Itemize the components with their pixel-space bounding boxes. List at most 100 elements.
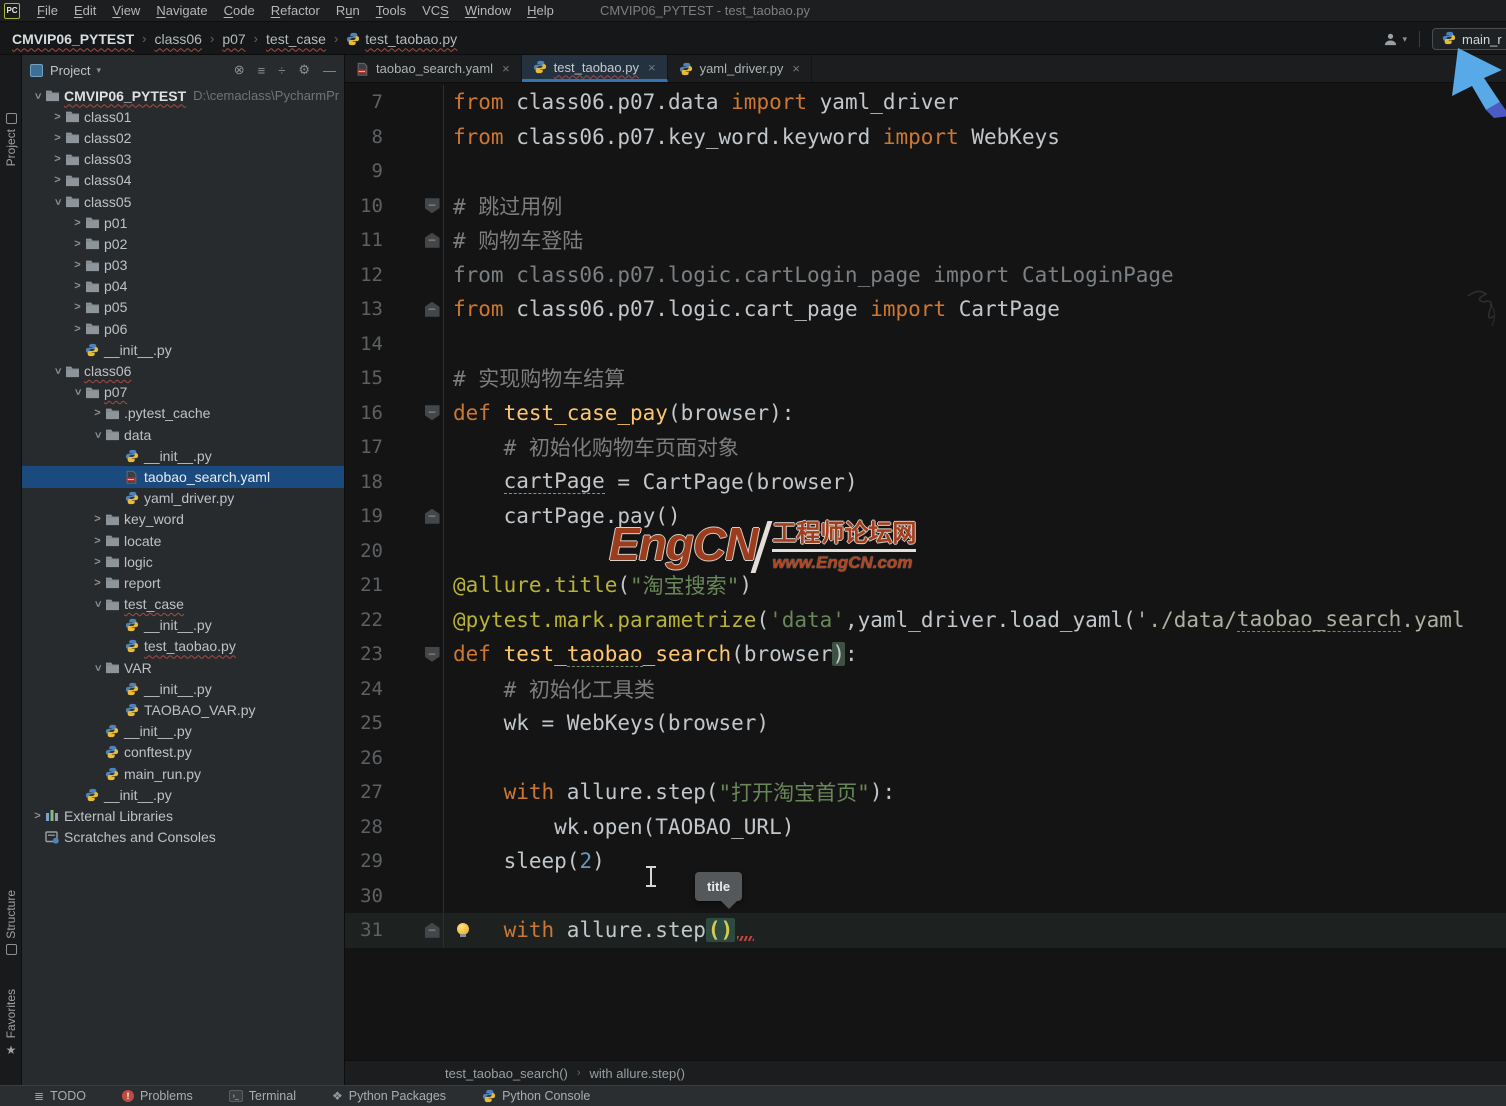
tree-item-cmvip06-pytest[interactable]: >CMVIP06_PYTESTD:\cemaclass\PycharmPr <box>22 85 344 106</box>
tree-item-class04[interactable]: >class04 <box>22 170 344 191</box>
code-text[interactable]: cartPage = CartPage(browser) <box>443 465 1506 500</box>
run-configuration-select[interactable]: main_r <box>1432 28 1506 50</box>
tree-item-main-run-py[interactable]: main_run.py <box>22 763 344 784</box>
breadcrumb-item[interactable]: class06 <box>155 31 202 47</box>
tree-item-p05[interactable]: >p05 <box>22 297 344 318</box>
fold-marker-icon[interactable] <box>425 198 440 213</box>
code-line-27[interactable]: 27 with allure.step("打开淘宝首页"): <box>345 775 1506 810</box>
user-icon[interactable] <box>1383 32 1398 47</box>
code-text[interactable]: with allure.step("打开淘宝首页"): <box>443 775 1506 810</box>
chevron-icon[interactable]: > <box>70 238 85 250</box>
fold-marker-icon[interactable] <box>425 923 440 938</box>
hide-panel-icon[interactable]: — <box>323 63 336 78</box>
toolwindow-button-problems[interactable]: !Problems <box>122 1089 193 1103</box>
tree-item-test-taobao-py[interactable]: test_taobao.py <box>22 636 344 657</box>
tree-item-locate[interactable]: >locate <box>22 530 344 551</box>
project-panel-title[interactable]: Project <box>50 63 90 78</box>
chevron-icon[interactable]: > <box>90 535 105 547</box>
tree-item-taobao-search-yaml[interactable]: taobao_search.yaml <box>22 466 344 487</box>
tree-item-var[interactable]: >VAR <box>22 657 344 678</box>
tree-item-p04[interactable]: >p04 <box>22 276 344 297</box>
tree-item-test-case[interactable]: >test_case <box>22 594 344 615</box>
code-text[interactable]: @allure.title("淘宝搜索") <box>443 568 1506 603</box>
chevron-icon[interactable]: > <box>50 132 65 144</box>
chevron-icon[interactable]: > <box>50 153 65 165</box>
chevron-icon[interactable]: > <box>70 280 85 292</box>
code-text[interactable]: cartPage.pay() <box>443 499 1506 534</box>
code-line-15[interactable]: 15# 实现购物车结算 <box>345 361 1506 396</box>
tree-item--init-py[interactable]: __init__.py <box>22 721 344 742</box>
chevron-icon[interactable]: > <box>32 88 44 103</box>
chevron-icon[interactable]: > <box>70 301 85 313</box>
chevron-icon[interactable]: > <box>90 556 105 568</box>
tree-item-taobao-var-py[interactable]: TAOBAO_VAR.py <box>22 699 344 720</box>
code-line-10[interactable]: 10# 跳过用例 <box>345 189 1506 224</box>
menu-run[interactable]: Run <box>328 1 368 20</box>
code-text[interactable]: @pytest.mark.parametrize('data',yaml_dri… <box>443 603 1506 638</box>
code-text[interactable]: # 实现购物车结算 <box>443 361 1506 396</box>
chevron-icon[interactable]: > <box>92 660 104 675</box>
toolwindow-button-todo[interactable]: ≣TODO <box>34 1089 86 1103</box>
code-line-19[interactable]: 19 cartPage.pay() <box>345 499 1506 534</box>
tree-item-class06[interactable]: >class06 <box>22 360 344 381</box>
code-line-8[interactable]: 8from class06.p07.key_word.keyword impor… <box>345 120 1506 155</box>
code-text[interactable]: wk.open(TAOBAO_URL) <box>443 810 1506 845</box>
tree-item-p06[interactable]: >p06 <box>22 318 344 339</box>
editor-tab-taobao-search-yaml[interactable]: taobao_search.yaml× <box>345 55 522 82</box>
menu-edit[interactable]: Edit <box>66 1 104 20</box>
code-line-23[interactable]: 23def test_taobao_search(browser): <box>345 637 1506 672</box>
chevron-icon[interactable]: > <box>30 810 45 822</box>
code-text[interactable]: from class06.p07.key_word.keyword import… <box>443 120 1506 155</box>
chevron-icon[interactable]: > <box>50 174 65 186</box>
menu-vcs[interactable]: VCS <box>414 1 457 20</box>
code-line-21[interactable]: 21@allure.title("淘宝搜索") <box>345 568 1506 603</box>
chevron-icon[interactable]: > <box>92 427 104 442</box>
chevron-icon[interactable]: > <box>52 364 64 379</box>
code-line-20[interactable]: 20 <box>345 534 1506 569</box>
toolwindow-button-python-packages[interactable]: ❖Python Packages <box>332 1089 446 1103</box>
toolwindow-button-terminal[interactable]: ›_Terminal <box>229 1089 296 1103</box>
code-line-7[interactable]: 7from class06.p07.data import yaml_drive… <box>345 85 1506 120</box>
editor-tab-yaml-driver-py[interactable]: yaml_driver.py× <box>668 55 812 82</box>
close-tab-icon[interactable]: × <box>792 61 800 76</box>
toolwindow-button-favorites[interactable]: Favorites ★ <box>0 989 22 1057</box>
chevron-icon[interactable]: > <box>70 217 85 229</box>
code-text[interactable] <box>443 154 1506 189</box>
tree-item-key-word[interactable]: >key_word <box>22 509 344 530</box>
code-text[interactable]: # 初始化购物车页面对象 <box>443 430 1506 465</box>
chevron-icon[interactable]: > <box>92 597 104 612</box>
code-line-13[interactable]: 13from class06.p07.logic.cart_page impor… <box>345 292 1506 327</box>
code-line-14[interactable]: 14 <box>345 327 1506 362</box>
menu-help[interactable]: Help <box>519 1 562 20</box>
menu-tools[interactable]: Tools <box>368 1 414 20</box>
code-line-24[interactable]: 24 # 初始化工具类 <box>345 672 1506 707</box>
close-tab-icon[interactable]: × <box>502 61 510 76</box>
editor-breadcrumb-item[interactable]: with allure.step() <box>590 1066 685 1081</box>
chevron-icon[interactable]: > <box>90 577 105 589</box>
menu-code[interactable]: Code <box>216 1 263 20</box>
chevron-icon[interactable]: > <box>70 259 85 271</box>
code-line-9[interactable]: 9 <box>345 154 1506 189</box>
code-line-22[interactable]: 22@pytest.mark.parametrize('data',yaml_d… <box>345 603 1506 638</box>
code-text[interactable]: with allure.step() <box>443 913 1506 948</box>
code-line-11[interactable]: 11# 购物车登陆 <box>345 223 1506 258</box>
menu-refactor[interactable]: Refactor <box>263 1 328 20</box>
tree-item--pytest-cache[interactable]: >.pytest_cache <box>22 403 344 424</box>
collapse-all-icon[interactable]: ≡ <box>258 63 266 78</box>
code-line-31[interactable]: 31 with allure.step() <box>345 913 1506 948</box>
chevron-icon[interactable]: > <box>90 513 105 525</box>
chevron-icon[interactable]: > <box>52 194 64 209</box>
fold-marker-icon[interactable] <box>425 302 440 317</box>
code-text[interactable]: # 初始化工具类 <box>443 672 1506 707</box>
toolwindow-button-python-console[interactable]: Python Console <box>482 1089 590 1103</box>
code-text[interactable]: # 购物车登陆 <box>443 223 1506 258</box>
tree-item-class02[interactable]: >class02 <box>22 127 344 148</box>
fold-marker-icon[interactable] <box>425 233 440 248</box>
code-text[interactable]: from class06.p07.logic.cartLogin_page im… <box>443 258 1506 293</box>
tree-item--init-py[interactable]: __init__.py <box>22 784 344 805</box>
editor-breadcrumb-item[interactable]: test_taobao_search() <box>445 1066 568 1081</box>
code-line-18[interactable]: 18 cartPage = CartPage(browser) <box>345 465 1506 500</box>
code-text[interactable]: def test_taobao_search(browser): <box>443 637 1506 672</box>
code-text[interactable]: wk = WebKeys(browser) <box>443 706 1506 741</box>
tree-item--init-py[interactable]: __init__.py <box>22 678 344 699</box>
